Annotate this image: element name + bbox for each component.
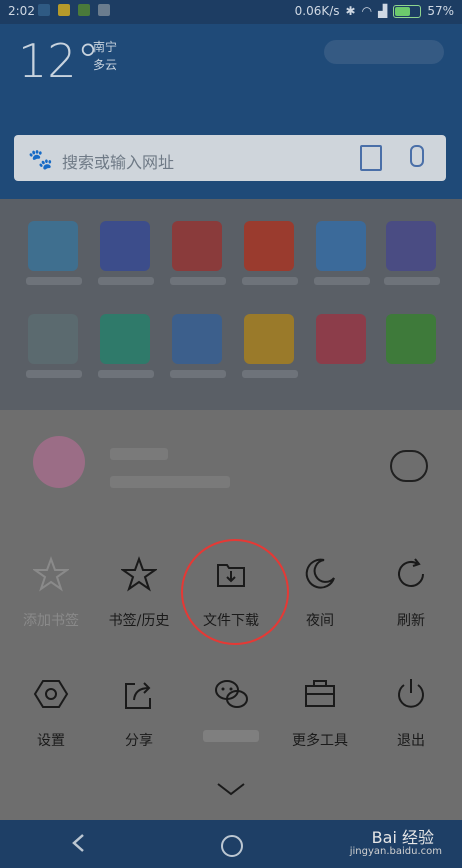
search-input[interactable]: 搜索或输入网址	[62, 149, 174, 173]
shortcut-tile[interactable]	[316, 314, 366, 364]
menu-label: 分享	[125, 733, 153, 749]
battery-percent: 57%	[427, 4, 454, 18]
shortcut-tile[interactable]	[244, 314, 294, 364]
shortcut-label	[242, 370, 298, 378]
star-plus-icon	[33, 556, 69, 592]
shortcut-tile[interactable]	[100, 314, 150, 364]
shortcut-tile[interactable]	[100, 221, 150, 271]
menu-wechat[interactable]	[190, 676, 272, 746]
username-blurred	[110, 448, 168, 460]
message-icon[interactable]	[390, 450, 428, 482]
status-time: 2:02	[8, 4, 35, 18]
menu-label: 刷新	[397, 613, 425, 629]
scan-icon[interactable]	[360, 145, 382, 171]
menu-label: 设置	[37, 733, 65, 749]
shortcut-grid	[0, 199, 462, 410]
notification-icons	[38, 4, 110, 16]
menu-bookmarks-history[interactable]: 书签/历史	[98, 556, 180, 630]
star-icon	[121, 556, 157, 592]
message-notification-icon	[58, 4, 70, 16]
app-notification-icon	[38, 4, 50, 16]
status-right: 0.06K/s ✱ ◠ ▟ 57%	[295, 4, 454, 18]
shortcut-label	[384, 277, 440, 285]
menu-share[interactable]: 分享	[98, 676, 180, 750]
watermark-brand: Bai 经验	[371, 828, 434, 847]
power-icon	[398, 679, 424, 708]
shortcut-label	[170, 277, 226, 285]
wifi-icon: ◠	[361, 4, 373, 18]
weather-location: 南宁 多云	[93, 38, 117, 74]
menu-refresh[interactable]: 刷新	[370, 556, 452, 630]
shortcut-label	[26, 277, 82, 285]
menu-label: 更多工具	[292, 733, 348, 749]
shortcut-tile[interactable]	[386, 221, 436, 271]
menu-label	[203, 730, 259, 742]
refresh-icon	[398, 558, 424, 587]
shortcut-tile[interactable]	[244, 221, 294, 271]
shortcut-label	[314, 277, 370, 285]
share-icon	[125, 682, 151, 709]
shortcut-tile[interactable]	[172, 314, 222, 364]
signal-icon: ▟	[378, 4, 388, 18]
shortcut-tile[interactable]	[172, 221, 222, 271]
status-bar: 2:02 0.06K/s ✱ ◠ ▟ 57%	[0, 0, 462, 24]
wechat-icon	[215, 680, 248, 708]
shortcut-label	[170, 370, 226, 378]
battery-icon	[393, 4, 422, 18]
watermark-domain: jingyan.baidu.com	[349, 846, 442, 857]
shortcut-tile[interactable]	[28, 314, 78, 364]
shortcut-label	[26, 370, 82, 378]
shortcut-label	[98, 370, 154, 378]
system-nav-bar: Bai 经验 jingyan.baidu.com	[0, 820, 462, 868]
home-icon[interactable]	[221, 835, 243, 857]
android-notification-icon	[78, 4, 90, 16]
user-subtitle-blurred	[110, 476, 230, 488]
search-bar[interactable]: 🐾 搜索或输入网址	[14, 135, 446, 181]
shortcut-tile[interactable]	[386, 314, 436, 364]
menu-add-bookmark[interactable]: 添加书签	[10, 556, 92, 630]
bluetooth-icon: ✱	[345, 4, 356, 18]
screenshot-notification-icon	[98, 4, 110, 16]
back-icon[interactable]	[70, 833, 86, 853]
baidu-paw-icon: 🐾	[28, 147, 53, 171]
shortcut-label	[242, 277, 298, 285]
shortcut-label	[98, 277, 154, 285]
menu-exit[interactable]: 退出	[370, 676, 452, 750]
highlight-circle	[181, 539, 289, 645]
toolbox-icon	[305, 680, 335, 707]
weather-city: 南宁	[93, 40, 118, 54]
collapse-chevron-icon[interactable]	[216, 782, 246, 796]
shortcut-tile[interactable]	[316, 221, 366, 271]
avatar[interactable]	[33, 436, 85, 488]
menu-label: 夜间	[306, 613, 334, 629]
menu-settings[interactable]: 设置	[10, 676, 92, 750]
shortcut-tile[interactable]	[28, 221, 78, 271]
hexagon-settings-icon	[33, 680, 69, 708]
weather-condition: 多云	[93, 58, 118, 72]
menu-label: 书签/历史	[108, 613, 170, 629]
menu-night-mode[interactable]: 夜间	[279, 556, 361, 630]
moon-icon	[305, 558, 335, 589]
weather-pill[interactable]	[324, 40, 444, 64]
mic-icon[interactable]	[410, 145, 424, 167]
menu-label: 添加书签	[23, 613, 79, 629]
menu-more-tools[interactable]: 更多工具	[279, 676, 361, 750]
network-speed: 0.06K/s	[294, 4, 340, 18]
weather-temperature: 12°	[18, 34, 100, 88]
menu-label: 退出	[397, 733, 425, 749]
